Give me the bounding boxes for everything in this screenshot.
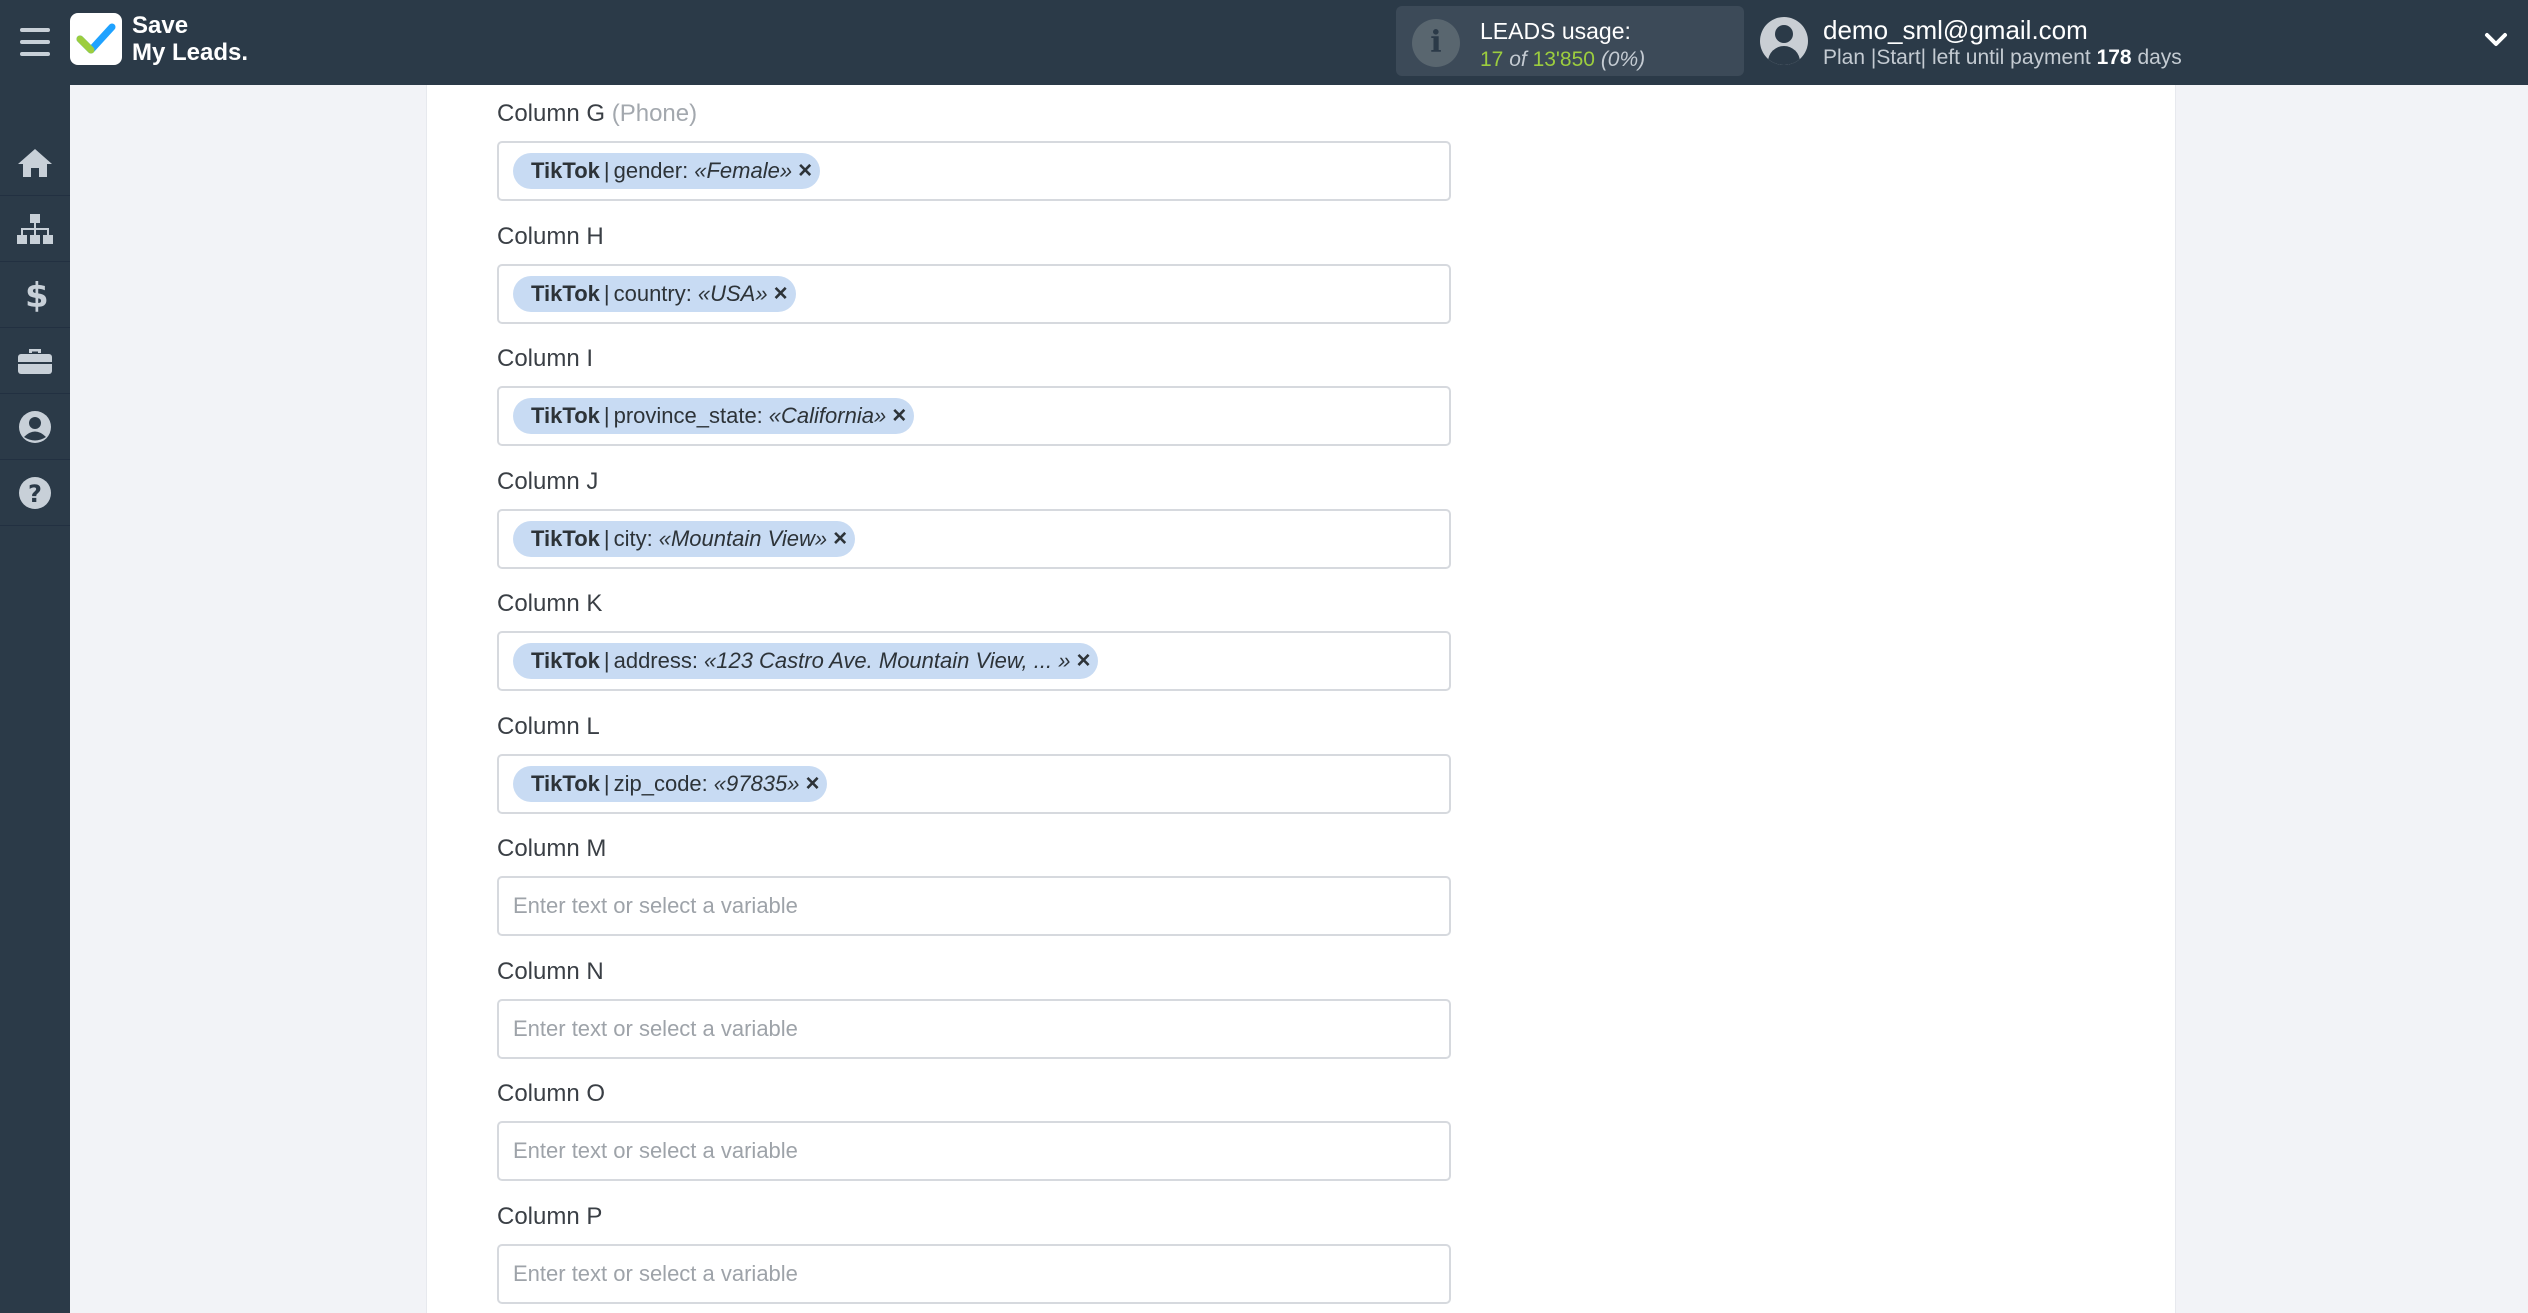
variable-tag[interactable]: TikTok | country: «USA» × xyxy=(513,276,796,312)
column-n-input[interactable] xyxy=(513,1016,1435,1042)
logo-text[interactable]: Save My Leads. xyxy=(132,12,248,66)
leads-usage-panel: i LEADS usage: 17 of 13'850 (0%) xyxy=(1396,6,1744,76)
field-column-m: Column M xyxy=(497,834,1451,936)
variable-tag[interactable]: TikTok | province_state: «California» × xyxy=(513,398,915,434)
field-mapping-card: Column G (Phone) TikTok | gender: «Female» ×… xyxy=(426,85,2176,1313)
field-column-h: Column H TikTok | country: «USA» × xyxy=(497,222,1451,324)
column-p-input[interactable] xyxy=(513,1261,1435,1287)
field-input[interactable] xyxy=(497,1121,1451,1181)
field-column-n: Column N xyxy=(497,957,1451,1059)
user-plan-info: Plan |Start| left until payment 178 days xyxy=(1823,46,2182,69)
menu-toggle-icon[interactable] xyxy=(18,24,52,60)
column-m-input[interactable] xyxy=(513,893,1435,919)
field-label: Column G (Phone) xyxy=(497,100,698,127)
sidebar-item-billing[interactable]: $ xyxy=(0,262,70,328)
remove-tag-icon[interactable]: × xyxy=(805,772,819,796)
field-label: Column M xyxy=(497,835,607,862)
field-label: Column N xyxy=(497,958,604,985)
field-column-j: Column J TikTok | city: «Mountain View» × xyxy=(497,467,1451,569)
field-column-g: Column G (Phone) TikTok | gender: «Female» × xyxy=(497,99,1451,201)
variable-tag[interactable]: TikTok | city: «Mountain View» × xyxy=(513,521,856,557)
dollar-icon: $ xyxy=(25,277,47,313)
svg-text:?: ? xyxy=(28,480,42,508)
chevron-down-icon[interactable] xyxy=(2482,26,2510,54)
remove-tag-icon[interactable]: × xyxy=(892,404,906,428)
content-background xyxy=(70,85,426,1313)
variable-tag[interactable]: TikTok | zip_code: «97835» × xyxy=(513,766,828,802)
top-header: Save My Leads. i LEADS usage: 17 of 13'8… xyxy=(0,0,2528,85)
field-label: Column J xyxy=(497,468,599,495)
sidebar-item-tools[interactable] xyxy=(0,328,70,394)
avatar-icon[interactable] xyxy=(1760,17,1808,65)
field-column-o: Column O xyxy=(497,1079,1451,1181)
briefcase-icon xyxy=(18,348,52,374)
leads-usage-title: LEADS usage: xyxy=(1480,18,1631,44)
field-input[interactable]: TikTok | province_state: «California» × xyxy=(497,386,1451,446)
remove-tag-icon[interactable]: × xyxy=(833,527,847,551)
sidebar-item-home[interactable] xyxy=(0,130,70,196)
field-label: Column L xyxy=(497,713,600,740)
field-input[interactable]: TikTok | address: «123 Castro Ave. Mountain… xyxy=(497,631,1451,691)
field-label: Column H xyxy=(497,223,604,250)
field-column-p: Column P xyxy=(497,1202,1451,1304)
sidebar: $ ? xyxy=(0,85,70,1313)
remove-tag-icon[interactable]: × xyxy=(798,159,812,183)
home-icon xyxy=(18,148,52,177)
field-input[interactable] xyxy=(497,1244,1451,1304)
user-email[interactable]: demo_sml@gmail.com xyxy=(1823,15,2088,46)
info-icon[interactable]: i xyxy=(1412,19,1460,67)
field-label: Column I xyxy=(497,345,594,372)
field-column-l: Column L TikTok | zip_code: «97835» × xyxy=(497,712,1451,814)
svg-text:$: $ xyxy=(25,277,47,313)
user-circle-icon xyxy=(19,410,51,443)
field-column-k: Column K TikTok | address: «123 Castro Ave.… xyxy=(497,589,1451,691)
sidebar-item-account[interactable] xyxy=(0,394,70,460)
field-label: Column P xyxy=(497,1203,603,1230)
field-input[interactable]: TikTok | city: «Mountain View» × xyxy=(497,509,1451,569)
field-input[interactable]: TikTok | zip_code: «97835» × xyxy=(497,754,1451,814)
logo-icon[interactable] xyxy=(70,13,122,65)
column-o-input[interactable] xyxy=(513,1138,1435,1164)
help-icon: ? xyxy=(19,476,51,509)
leads-usage-count: 17 of 13'850 (0%) xyxy=(1480,48,1646,71)
field-column-i: Column I TikTok | province_state: «Californ… xyxy=(497,344,1451,446)
field-input[interactable]: TikTok | gender: «Female» × xyxy=(497,141,1451,201)
field-input[interactable] xyxy=(497,999,1451,1059)
field-label: Column K xyxy=(497,590,603,617)
sidebar-item-connections[interactable] xyxy=(0,196,70,262)
remove-tag-icon[interactable]: × xyxy=(1076,649,1090,673)
sidebar-item-help[interactable]: ? xyxy=(0,460,70,526)
sitemap-icon xyxy=(17,213,53,244)
field-input[interactable]: TikTok | country: «USA» × xyxy=(497,264,1451,324)
variable-tag[interactable]: TikTok | gender: «Female» × xyxy=(513,153,821,189)
field-input[interactable] xyxy=(497,876,1451,936)
field-label: Column O xyxy=(497,1080,606,1107)
remove-tag-icon[interactable]: × xyxy=(774,282,788,306)
variable-tag[interactable]: TikTok | address: «123 Castro Ave. Mountain… xyxy=(513,643,1099,679)
